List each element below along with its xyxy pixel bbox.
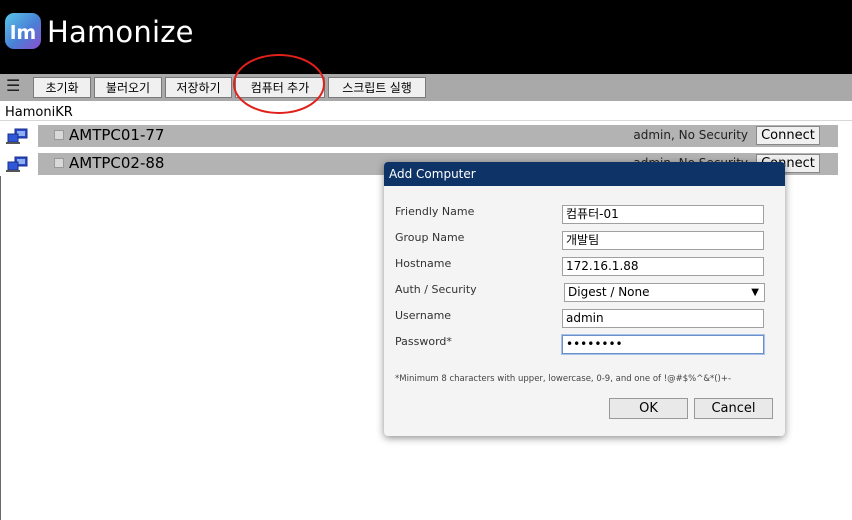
computer-icon bbox=[6, 128, 28, 144]
add-computer-dialog: Add Computer Friendly Name 컴퓨터-01 Group … bbox=[384, 162, 785, 436]
computer-status: admin, No Security bbox=[633, 128, 748, 142]
computer-icon bbox=[6, 156, 28, 172]
row-checkbox[interactable] bbox=[54, 130, 64, 140]
username-input[interactable]: admin bbox=[562, 309, 764, 328]
auth-security-value: Digest / None bbox=[568, 285, 650, 299]
password-hint: *Minimum 8 characters with upper, lowerc… bbox=[395, 374, 732, 384]
group-name-input[interactable]: 개발팀 bbox=[562, 231, 764, 250]
hamonize-logo-icon: lm bbox=[5, 13, 41, 49]
password-input[interactable]: •••••••• bbox=[562, 335, 764, 354]
reset-button[interactable]: 초기화 bbox=[33, 77, 91, 98]
auth-security-select[interactable]: Digest / None ▼ bbox=[564, 283, 765, 302]
computer-row[interactable]: AMTPC01-77 admin, No Security Connect bbox=[6, 125, 838, 147]
content-left-border bbox=[0, 176, 1, 520]
app-title: Hamonize bbox=[47, 15, 194, 49]
svg-text:lm: lm bbox=[10, 22, 36, 44]
toolbar: ☰ 초기화 불러오기 저장하기 컴퓨터 추가 스크립트 실행 bbox=[0, 74, 852, 101]
save-button[interactable]: 저장하기 bbox=[165, 77, 232, 98]
computer-name: AMTPC02-88 bbox=[69, 154, 165, 172]
hamburger-menu-icon[interactable]: ☰ bbox=[6, 76, 20, 95]
group-divider bbox=[0, 120, 852, 121]
friendly-name-input[interactable]: 컴퓨터-01 bbox=[562, 205, 764, 224]
password-label: Password* bbox=[395, 335, 452, 348]
dropdown-arrow-icon: ▼ bbox=[751, 287, 759, 298]
username-label: Username bbox=[395, 309, 452, 322]
group-label: HamoniKR bbox=[5, 105, 73, 120]
hostname-label: Hostname bbox=[395, 257, 452, 270]
group-name-label: Group Name bbox=[395, 231, 465, 244]
dialog-title: Add Computer bbox=[384, 162, 785, 186]
auth-security-label: Auth / Security bbox=[395, 283, 477, 296]
cancel-button[interactable]: Cancel bbox=[694, 398, 773, 419]
load-button[interactable]: 불러오기 bbox=[94, 77, 162, 98]
connect-button[interactable]: Connect bbox=[756, 126, 820, 145]
computer-name: AMTPC01-77 bbox=[69, 126, 165, 144]
row-checkbox[interactable] bbox=[54, 158, 64, 168]
run-script-button[interactable]: 스크립트 실행 bbox=[328, 77, 426, 98]
ok-button[interactable]: OK bbox=[609, 398, 688, 419]
app-header: lm Hamonize bbox=[0, 0, 852, 74]
hostname-input[interactable]: 172.16.1.88 bbox=[562, 257, 764, 276]
friendly-name-label: Friendly Name bbox=[395, 205, 475, 218]
highlight-circle bbox=[233, 54, 325, 114]
